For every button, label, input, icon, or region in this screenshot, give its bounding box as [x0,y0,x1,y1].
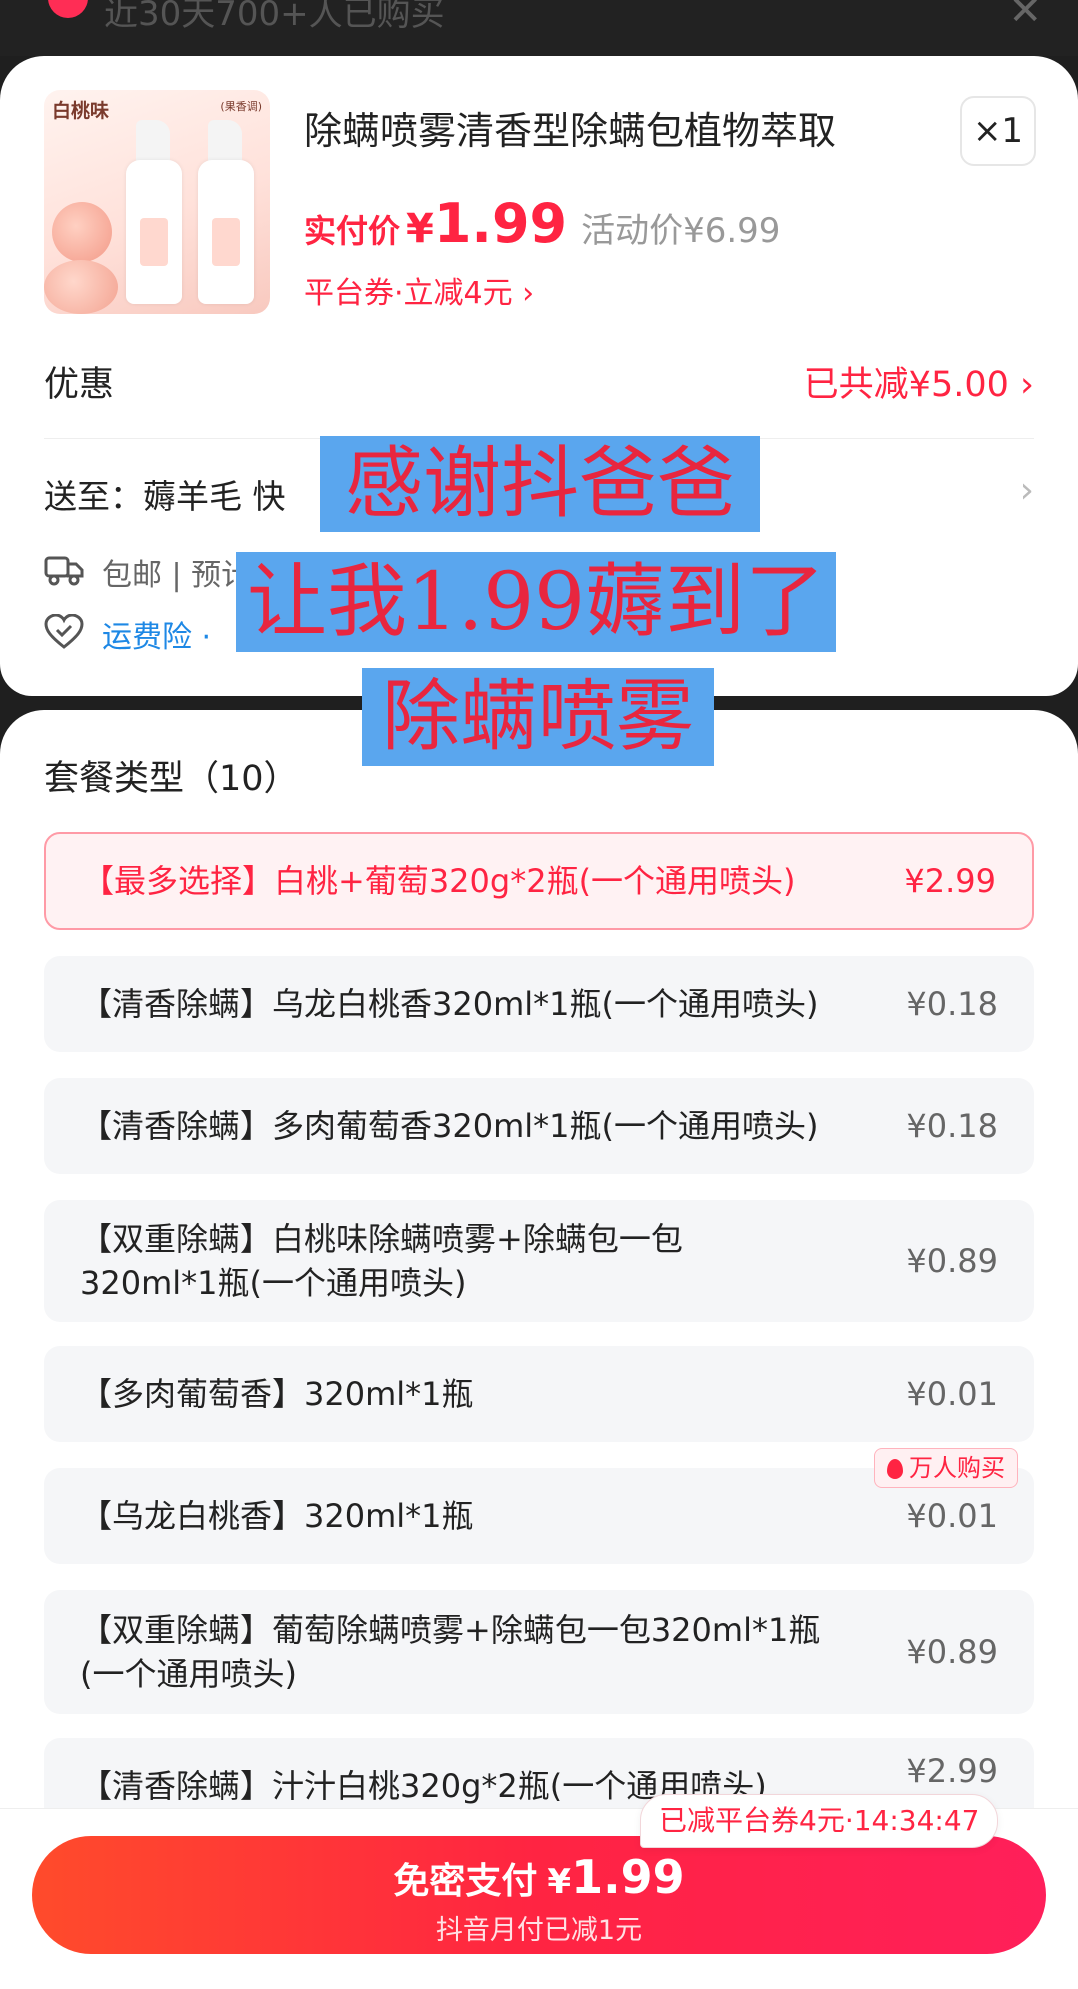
popular-badge: 万人购买 [874,1448,1018,1488]
package-option[interactable]: 【清香除螨】乌龙白桃香320ml*1瓶(一个通用喷头) ¥0.18 [44,956,1034,1052]
list-price: 活动价¥6.99 [581,211,781,251]
top-bar: 近30天700+人已购买 ✕ [0,0,1078,56]
package-option-label: 【清香除螨】乌龙白桃香320ml*1瓶(一个通用喷头) [80,985,819,1023]
discount-total-link[interactable]: 已共减¥5.00 › [804,356,1034,407]
overlay-caption-line: 让我1.99薅到了 [236,552,836,652]
popular-badge-text: 万人购买 [909,1454,1005,1482]
package-option-label: 【乌龙白桃香】320ml*1瓶 [80,1497,474,1535]
package-option[interactable]: 【最多选择】白桃+葡萄320g*2瓶(一个通用喷头) ¥2.99 [44,832,1034,930]
peach-icon [44,260,118,314]
coupon-countdown-bubble: 已减平台券4元·14:34:47 [640,1794,999,1848]
package-option-price: ¥0.18 [906,985,998,1023]
package-option[interactable]: 【清香除螨】多肉葡萄香320ml*1瓶(一个通用喷头) ¥0.18 [44,1078,1034,1174]
package-option-price: ¥0.18 [906,1107,998,1145]
pay-label: 免密支付 [393,1861,538,1902]
spray-nozzle-icon [136,120,170,164]
package-option-label: 【双重除螨】葡萄除螨喷雾+除螨包一包320ml*1瓶(一个通用喷头) [80,1611,821,1693]
package-type-title: 套餐类型（10） [44,759,299,799]
peach-icon [52,202,112,262]
pay-amount: 1.99 [571,1850,685,1904]
heart-shield-icon [44,614,84,649]
package-option-price: ¥2.99 [904,862,996,900]
bottle-icon [198,160,254,304]
pay-subtext: 抖音月付已减1元 [435,1915,643,1946]
bottle-icon [126,160,182,304]
package-option-label: 【最多选择】白桃+葡萄320g*2瓶(一个通用喷头) [82,862,796,900]
package-option-label: 【多肉葡萄香】320ml*1瓶 [80,1375,474,1413]
coupon-link[interactable]: 平台券·立减4元 › [304,268,534,312]
price-row: 实付价 ¥1.99 活动价¥6.99 [304,192,780,255]
truck-icon [44,556,84,586]
discount-label: 优惠 [44,365,115,405]
package-option-label: 【双重除螨】白桃味除螨喷雾+除螨包一包320ml*1瓶(一个通用喷头) [80,1220,683,1302]
package-option[interactable]: 【双重除螨】白桃味除螨喷雾+除螨包一包320ml*1瓶(一个通用喷头) ¥0.8… [44,1200,1034,1322]
shipping-address[interactable]: 送至：薅羊毛 快 [44,470,286,518]
package-option[interactable]: 【多肉葡萄香】320ml*1瓶 ¥0.01 [44,1346,1034,1442]
package-option-price: ¥0.01 [906,1375,998,1413]
shipping-insurance-link[interactable]: 运费险 · [102,612,211,656]
overlay-caption-line: 除螨喷雾 [362,668,714,766]
package-option-price: ¥0.89 [906,1633,998,1671]
product-image-tag: (果香调) [220,100,262,113]
product-title: 除螨喷雾清香型除螨包植物萃取 [304,109,837,153]
close-icon[interactable]: ✕ [1008,0,1042,34]
package-option-label: 【清香除螨】多肉葡萄香320ml*1瓶(一个通用喷头) [80,1107,819,1145]
package-option-price: ¥0.89 [906,1242,998,1280]
overlay-caption-line: 感谢抖爸爸 [320,436,760,532]
price-value: 1.99 [433,192,568,255]
package-option[interactable]: 【双重除螨】葡萄除螨喷雾+除螨包一包320ml*1瓶(一个通用喷头) ¥0.89 [44,1590,1034,1714]
price-label: 实付价 [304,212,401,250]
product-image[interactable]: 白桃味 (果香调) [44,90,270,314]
pay-button[interactable]: 免密支付 ¥1.99 抖音月付已减1元 [32,1836,1046,1954]
pay-button-main: 免密支付 ¥1.99 [32,1850,1046,1904]
chevron-right-icon[interactable]: › [1020,470,1034,511]
quantity-selector[interactable]: ×1 [960,96,1036,166]
recent-buyers-text: 近30天700+人已购买 [104,0,445,34]
product-image-label: 白桃味 [52,100,110,122]
shipping-info: 包邮 | 预计 [102,558,252,593]
app-logo-icon [48,0,88,18]
spray-nozzle-icon [208,120,242,164]
pay-currency-symbol: ¥ [547,1862,572,1902]
fire-icon [887,1459,903,1479]
currency-symbol: ¥ [406,206,434,252]
